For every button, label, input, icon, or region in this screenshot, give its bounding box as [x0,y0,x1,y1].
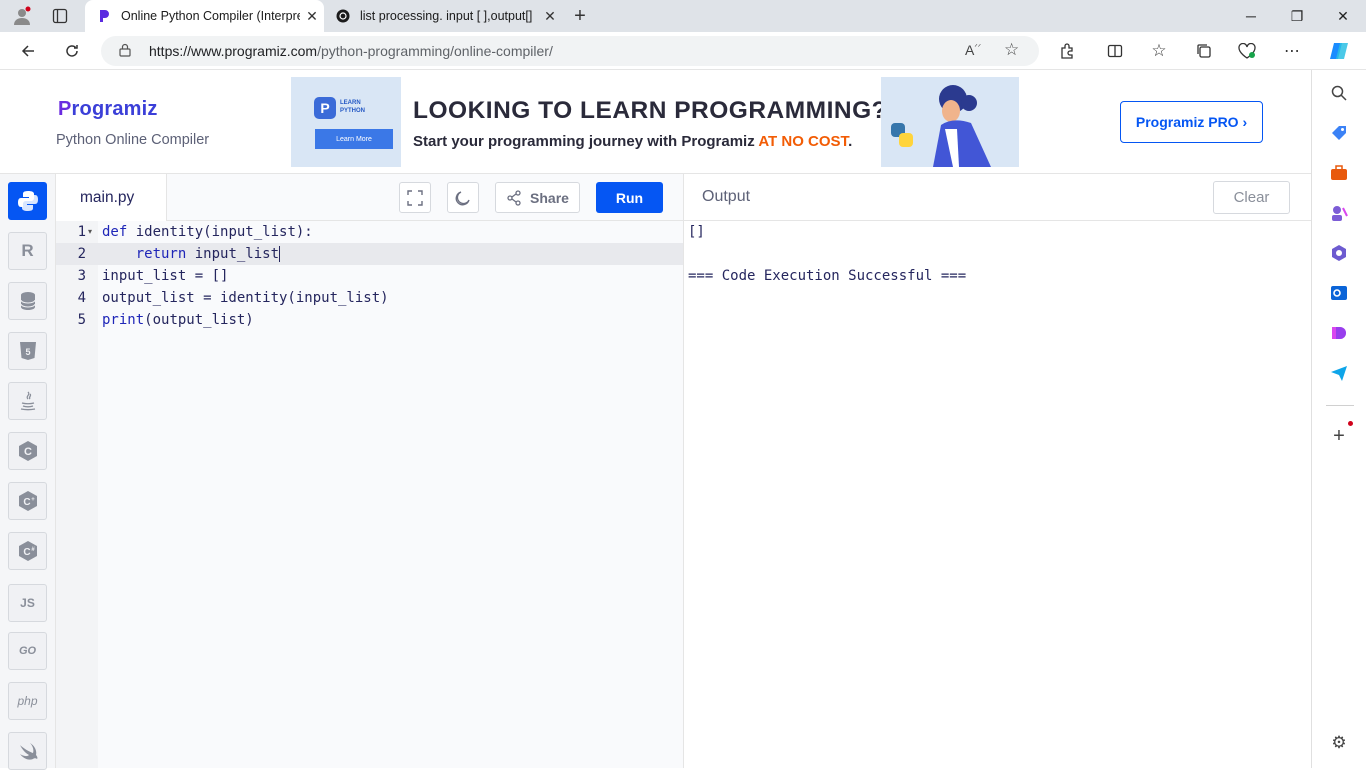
copilot-icon[interactable] [1323,32,1355,70]
line-number: 2 [77,246,86,262]
profile-icon[interactable] [6,0,38,32]
programiz-logo[interactable]: Programiz [58,98,158,121]
read-aloud-icon[interactable]: Aᐟᐟ [965,42,981,58]
output-line: === Code Execution Successful === [688,268,967,284]
code-line[interactable]: def identity(input_list): [102,221,313,243]
games-icon[interactable] [1326,200,1352,226]
minimize-icon[interactable]: ─ [1228,0,1274,32]
programiz-favicon-icon [97,9,111,23]
tab-chatgpt[interactable]: list processing. input [ ],output[] ✕ [324,0,562,32]
lang-java-button[interactable] [8,382,47,420]
code-line[interactable]: print(output_list) [102,309,254,331]
close-tab-icon[interactable]: ✕ [300,8,324,25]
code-line[interactable]: output_list = identity(input_list) [102,287,389,309]
lang-cpp-button[interactable]: C + [8,482,47,520]
learn-more-button[interactable]: Learn More [315,129,393,149]
sidebar-divider [1326,405,1354,406]
lang-js-button[interactable]: JS [8,584,47,622]
share-button[interactable]: Share [495,182,580,213]
new-tab-button[interactable]: + [564,0,596,32]
microsoft-365-icon[interactable] [1326,240,1352,266]
send-icon[interactable] [1326,360,1352,386]
tab-actions-icon[interactable] [44,0,76,32]
output-title: Output [702,188,751,205]
run-button[interactable]: Run [596,182,663,213]
url-text[interactable]: https://www.programiz.com/python-program… [149,43,553,59]
svg-text:5: 5 [25,347,30,357]
share-icon [507,189,521,206]
tab-label: Online Python Compiler (Interpre [121,9,300,23]
line-number: 3 [77,268,86,284]
code-line[interactable]: input_list = [] [102,265,228,287]
file-tab-main-py[interactable]: main.py [56,174,167,221]
lang-c-button[interactable]: C [8,432,47,470]
language-sidebar: R 5 C C + C # JS GO php [0,174,56,770]
outlook-icon[interactable] [1326,280,1352,306]
fold-toggle-icon[interactable]: ▾ [88,221,92,243]
line-number: 5 [77,312,86,328]
page-subtitle: Python Online Compiler [56,132,210,148]
svg-text:C: C [23,547,30,558]
restore-icon[interactable]: ❐ [1274,0,1320,32]
fullscreen-button[interactable] [399,182,431,213]
banner-illustration [881,77,1019,167]
output-header: Output Clear [684,174,1311,221]
extensions-icon[interactable] [1051,32,1083,70]
tab-label: list processing. input [ ],output[] [360,9,533,23]
address-bar[interactable]: https://www.programiz.com/python-program… [101,36,1039,66]
svg-text:C: C [24,446,32,458]
line-number: 1 [77,224,86,240]
back-icon[interactable] [12,32,44,70]
dark-mode-button[interactable] [447,182,479,213]
lock-icon[interactable] [119,43,131,62]
output-area[interactable] [684,221,1311,768]
chatgpt-favicon-icon [336,9,350,23]
edge-sidebar: + ⚙ [1311,70,1366,768]
line-number: 4 [77,290,86,306]
banner-headline: LOOKING TO LEARN PROGRAMMING? [413,97,888,124]
banner-subtext: Start your programming journey with Prog… [413,133,853,150]
programiz-pro-button[interactable]: Programiz PRO › [1120,101,1263,143]
lang-php-button[interactable]: php [8,682,47,720]
tab-programiz[interactable]: Online Python Compiler (Interpre ✕ [85,0,324,32]
output-line: [] [688,224,705,240]
browser-essentials-icon[interactable] [1231,32,1263,70]
split-screen-icon[interactable] [1099,32,1131,70]
learn-python-logo-icon: P [314,97,336,119]
lang-swift-button[interactable] [8,732,47,770]
clear-button[interactable]: Clear [1213,181,1290,214]
lang-r-button[interactable]: R [8,232,47,270]
favorite-star-icon[interactable]: ☆ [1004,40,1019,60]
tools-briefcase-icon[interactable] [1326,160,1352,186]
shopping-tag-icon[interactable] [1326,120,1352,146]
editor-toolbar: main.py Share Run [56,174,684,221]
close-tab-icon[interactable]: ✕ [538,8,562,25]
browser-tabstrip: Online Python Compiler (Interpre ✕ list … [0,0,1366,32]
site-header: Programiz Python Online Compiler P LEARN… [0,71,1311,174]
lang-html-button[interactable]: 5 [8,332,47,370]
more-menu-icon[interactable]: ⋯ [1276,32,1308,70]
ad-banner[interactable]: P LEARN PYTHON Learn More LOOKING TO LEAR… [291,77,1019,167]
code-line[interactable]: return input_list [102,243,281,265]
settings-gear-icon[interactable]: ⚙ [1326,730,1352,756]
text-cursor [279,246,281,262]
lang-python-button[interactable] [8,182,47,220]
search-icon[interactable] [1326,80,1352,106]
close-window-icon[interactable]: ✕ [1320,0,1366,32]
svg-text:+: + [31,497,35,503]
add-icon[interactable]: + [1326,421,1353,449]
designer-icon[interactable] [1326,320,1352,346]
svg-text:C: C [23,497,30,508]
collections-icon[interactable] [1188,32,1220,70]
refresh-icon[interactable] [56,32,88,70]
share-label: Share [530,189,569,206]
lang-sql-button[interactable] [8,282,47,320]
lang-csharp-button[interactable]: C # [8,532,47,570]
lang-go-button[interactable]: GO [8,632,47,670]
favorites-icon[interactable]: ☆ [1143,32,1175,70]
browser-navbar: https://www.programiz.com/python-program… [0,32,1366,70]
